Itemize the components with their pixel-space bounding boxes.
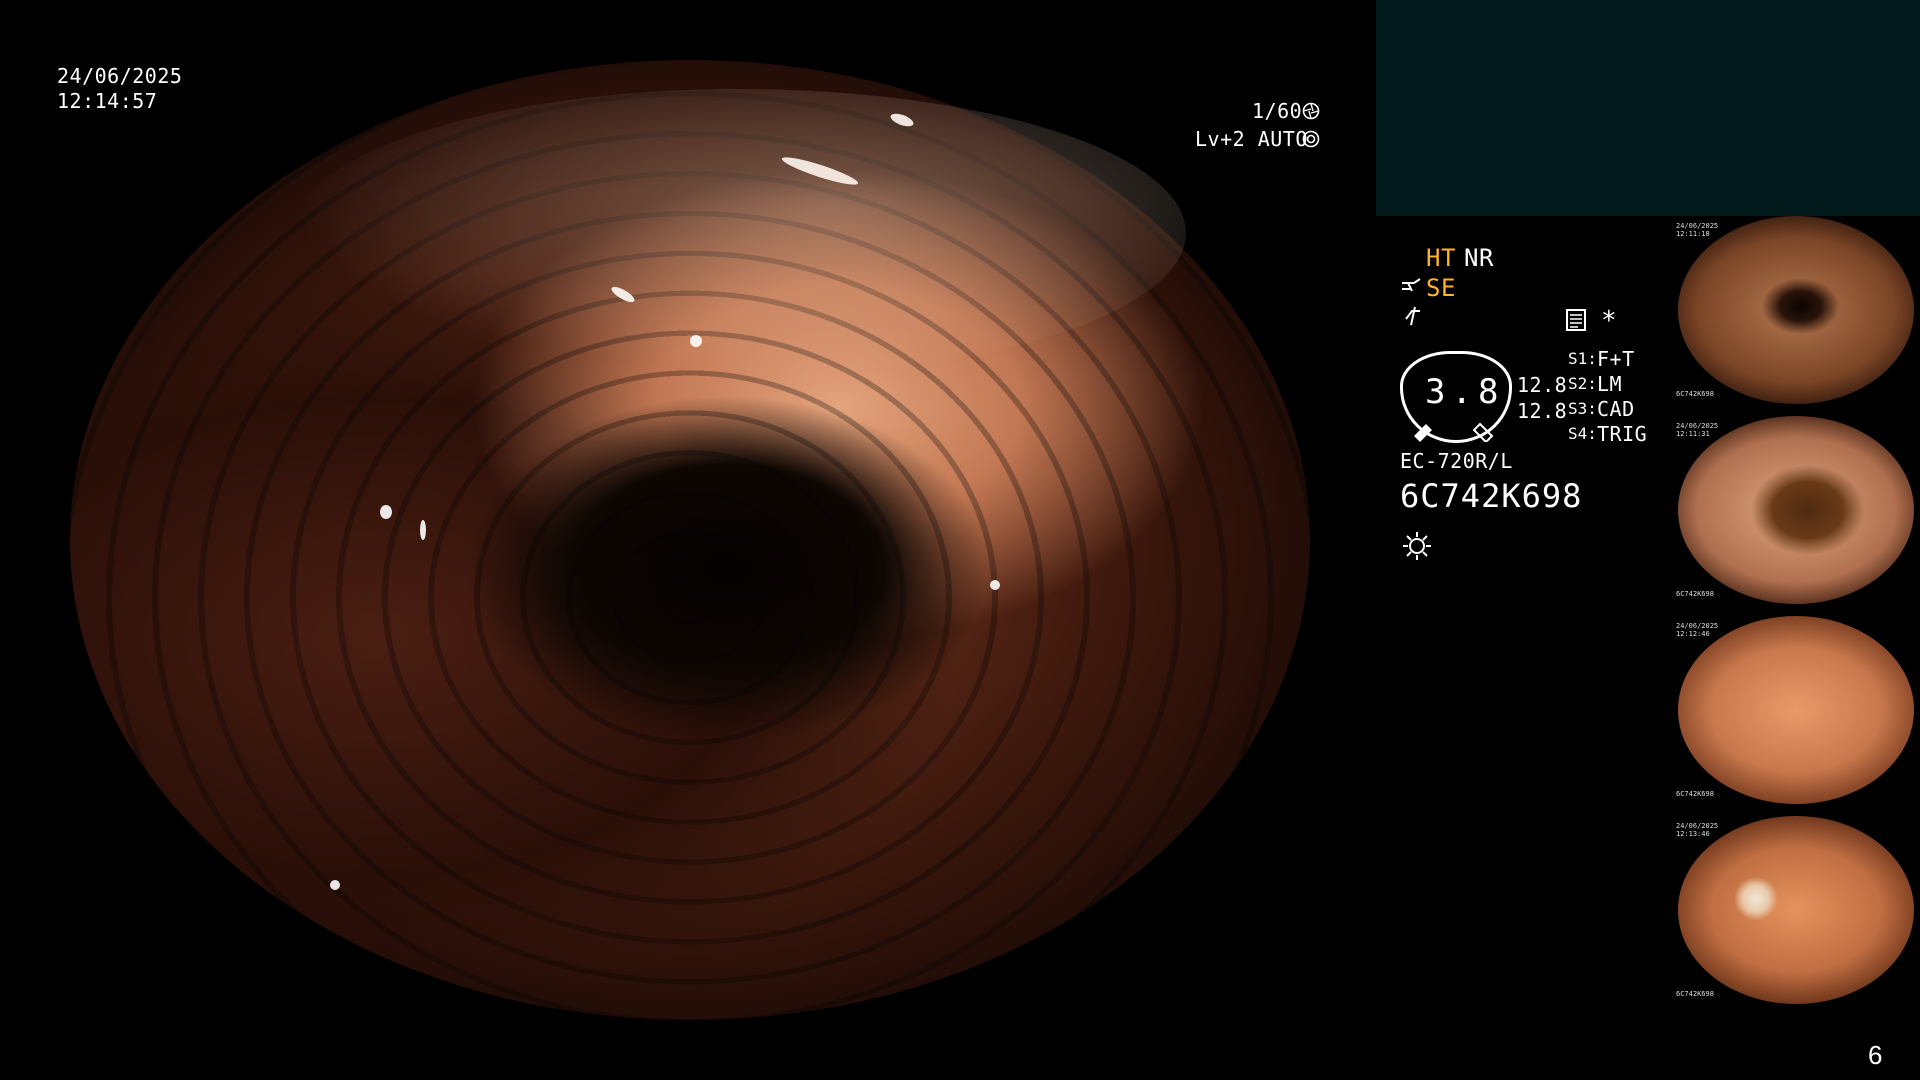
scope-serial: 6C742K698 xyxy=(1400,477,1583,515)
thumbnail-time: 12:13:46 xyxy=(1676,830,1710,838)
thumbnail-date: 24/06/2025 xyxy=(1676,222,1719,230)
s3-value: CAD xyxy=(1597,397,1635,421)
capture-thumbnail[interactable]: 24/06/2025 12:12:46 6C742K698 xyxy=(1672,616,1920,804)
info-box xyxy=(1376,0,1920,216)
aperture-icon xyxy=(1302,102,1320,124)
thumbnail-image xyxy=(1678,216,1914,404)
nr-indicator: NR xyxy=(1464,244,1494,272)
scale-bottom: 12.8 xyxy=(1517,399,1568,423)
thumbnail-time: 12:12:46 xyxy=(1676,630,1710,638)
se-indicator: SE xyxy=(1426,274,1456,302)
level-label: Lv+2 AUTO xyxy=(1195,127,1308,151)
thumbnail-image xyxy=(1678,816,1914,1004)
asterisk-marker: * xyxy=(1601,306,1618,336)
capture-thumbnail[interactable]: 24/06/2025 12:11:18 6C742K698 xyxy=(1672,216,1920,404)
thumbnail-serial: 6C742K698 xyxy=(1676,590,1714,598)
thumbnail-date: 24/06/2025 xyxy=(1676,422,1719,430)
ht-indicator: HT xyxy=(1426,244,1456,272)
thumbnail-image xyxy=(1678,416,1914,604)
s2-key: S2: xyxy=(1568,374,1597,393)
thumbnail-date: 24/06/2025 xyxy=(1676,622,1719,630)
thumbnail-serial: 6C742K698 xyxy=(1676,790,1714,798)
gauge-value: 3.8 xyxy=(1425,372,1505,412)
thumbnail-serial: 6C742K698 xyxy=(1676,390,1714,398)
iris-icon xyxy=(1302,130,1320,152)
s4-value: TRIG xyxy=(1597,422,1648,446)
s2-value: LM xyxy=(1597,372,1623,396)
thumbnail-image xyxy=(1678,616,1914,804)
endoscope-main-view xyxy=(70,60,1310,1020)
time-label: 12:14:57 xyxy=(57,89,158,113)
light-icon xyxy=(1402,531,1432,565)
memo-icon xyxy=(1566,309,1586,335)
freeze-icon xyxy=(1402,305,1424,331)
scale-top: 12.8 xyxy=(1517,373,1568,397)
page-number: 6 xyxy=(1868,1040,1883,1070)
date-label: 24/06/2025 xyxy=(57,64,183,88)
scope-model: EC-720R/L xyxy=(1400,449,1513,473)
s4-key: S4: xyxy=(1568,424,1597,443)
capture-thumbnail[interactable]: 24/06/2025 12:13:46 6C742K698 xyxy=(1672,816,1920,1004)
capture-thumbnail[interactable]: 24/06/2025 12:11:31 6C742K698 xyxy=(1672,416,1920,604)
s3-key: S3: xyxy=(1568,399,1597,418)
thumbnail-time: 12:11:18 xyxy=(1676,230,1710,238)
thumbnail-date: 24/06/2025 xyxy=(1676,822,1719,830)
shutter-label: 1/60 xyxy=(1252,99,1303,123)
s1-value: F+T xyxy=(1597,347,1635,371)
gauge-markers xyxy=(1414,420,1498,446)
s1-key: S1: xyxy=(1568,349,1597,368)
thumbnail-serial: 6C742K698 xyxy=(1676,990,1714,998)
scope-tip-icon xyxy=(1400,277,1424,301)
thumbnail-time: 12:11:31 xyxy=(1676,430,1710,438)
